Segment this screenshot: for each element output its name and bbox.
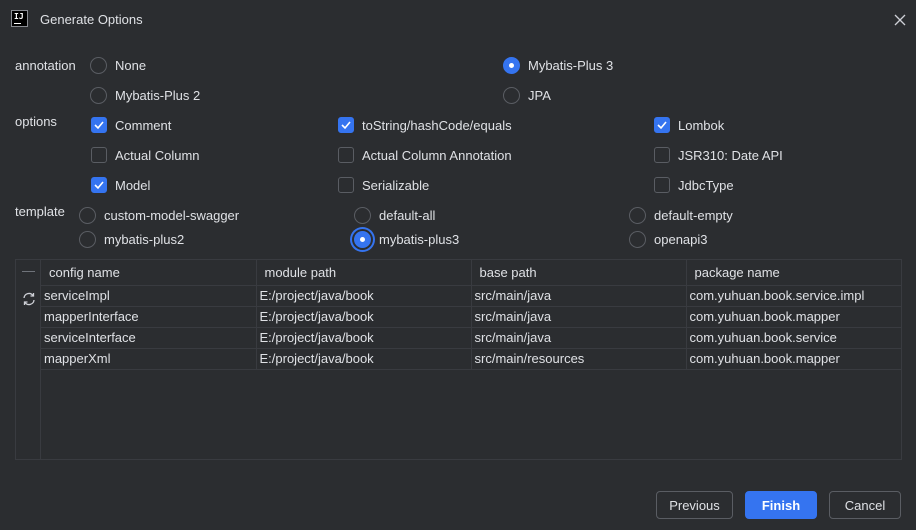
table-cell[interactable]: mapperInterface <box>41 306 257 328</box>
table-cell[interactable]: E:/project/java/book <box>256 306 472 328</box>
table-row[interactable]: serviceImpl E:/project/java/book src/mai… <box>41 285 902 307</box>
table-cell[interactable]: mapperXml <box>41 348 257 370</box>
finish-button[interactable]: Finish <box>745 491 817 519</box>
radio-button[interactable] <box>503 87 520 104</box>
radio-button-selected[interactable] <box>354 231 371 248</box>
annotation-mybatis-plus-3-radio[interactable]: Mybatis-Plus 3 <box>503 57 613 74</box>
table-row[interactable]: serviceInterface E:/project/java/book sr… <box>41 327 902 349</box>
radio-button[interactable] <box>354 207 371 224</box>
table-row[interactable]: mapperInterface E:/project/java/book src… <box>41 306 902 328</box>
radio-button[interactable] <box>90 87 107 104</box>
checkbox-checked[interactable] <box>91 177 107 193</box>
cancel-button[interactable]: Cancel <box>829 491 901 519</box>
option-jdbctype-checkbox[interactable]: JdbcType <box>654 177 734 193</box>
template-default-empty-radio[interactable]: default-empty <box>629 207 733 224</box>
radio-button[interactable] <box>629 231 646 248</box>
title-bar: IJ Generate Options <box>0 0 916 40</box>
template-openapi3-radio[interactable]: openapi3 <box>629 231 708 248</box>
template-label: template <box>15 204 65 219</box>
close-icon[interactable] <box>890 10 910 30</box>
column-header[interactable]: module path <box>256 260 472 286</box>
checkbox[interactable] <box>338 147 354 163</box>
table-toolbar <box>16 260 41 459</box>
config-table: config name module path base path packag… <box>15 259 902 460</box>
checkbox-checked[interactable] <box>654 117 670 133</box>
option-lombok-checkbox[interactable]: Lombok <box>654 117 724 133</box>
table-cell[interactable]: E:/project/java/book <box>256 327 472 349</box>
template-default-all-radio[interactable]: default-all <box>354 207 435 224</box>
radio-button[interactable] <box>90 57 107 74</box>
table-cell[interactable]: src/main/java <box>471 306 687 328</box>
option-serializable-checkbox[interactable]: Serializable <box>338 177 429 193</box>
previous-button[interactable]: Previous <box>656 491 733 519</box>
table-cell[interactable]: src/main/java <box>471 327 687 349</box>
remove-icon[interactable] <box>22 271 35 272</box>
table-cell[interactable]: serviceInterface <box>41 327 257 349</box>
column-header[interactable]: config name <box>41 260 257 286</box>
intellij-icon: IJ <box>11 10 28 27</box>
table-cell[interactable]: com.yuhuan.book.mapper <box>686 306 902 328</box>
option-actual-column-checkbox[interactable]: Actual Column <box>91 147 200 163</box>
option-comment-checkbox[interactable]: Comment <box>91 117 171 133</box>
column-header[interactable]: base path <box>471 260 687 286</box>
annotation-jpa-radio[interactable]: JPA <box>503 87 551 104</box>
table-cell[interactable]: serviceImpl <box>41 285 257 307</box>
table-cell[interactable]: com.yuhuan.book.service <box>686 327 902 349</box>
checkbox[interactable] <box>338 177 354 193</box>
config-grid: config name module path base path packag… <box>41 260 902 370</box>
template-mybatis-plus2-radio[interactable]: mybatis-plus2 <box>79 231 184 248</box>
table-cell[interactable]: src/main/resources <box>471 348 687 370</box>
window-title: Generate Options <box>40 12 143 27</box>
checkbox-checked[interactable] <box>338 117 354 133</box>
annotation-none-radio[interactable]: None <box>90 57 146 74</box>
annotation-label: annotation <box>15 58 76 73</box>
column-header[interactable]: package name <box>686 260 902 286</box>
table-cell[interactable]: com.yuhuan.book.mapper <box>686 348 902 370</box>
table-cell[interactable]: src/main/java <box>471 285 687 307</box>
checkbox-checked[interactable] <box>91 117 107 133</box>
table-cell[interactable]: E:/project/java/book <box>256 285 472 307</box>
option-jsr310-checkbox[interactable]: JSR310: Date API <box>654 147 783 163</box>
radio-button[interactable] <box>79 231 96 248</box>
table-header-row: config name module path base path packag… <box>41 260 902 286</box>
table-cell[interactable]: E:/project/java/book <box>256 348 472 370</box>
radio-button[interactable] <box>629 207 646 224</box>
refresh-icon[interactable] <box>21 291 37 307</box>
template-mybatis-plus3-radio[interactable]: mybatis-plus3 <box>354 231 459 248</box>
table-row[interactable]: mapperXml E:/project/java/book src/main/… <box>41 348 902 370</box>
options-label: options <box>15 114 57 129</box>
annotation-mybatis-plus-2-radio[interactable]: Mybatis-Plus 2 <box>90 87 200 104</box>
radio-button[interactable] <box>79 207 96 224</box>
table-cell[interactable]: com.yuhuan.book.service.impl <box>686 285 902 307</box>
checkbox[interactable] <box>654 147 670 163</box>
option-tostring-checkbox[interactable]: toString/hashCode/equals <box>338 117 512 133</box>
option-actual-column-annotation-checkbox[interactable]: Actual Column Annotation <box>338 147 512 163</box>
template-custom-model-swagger-radio[interactable]: custom-model-swagger <box>79 207 239 224</box>
checkbox[interactable] <box>654 177 670 193</box>
checkbox[interactable] <box>91 147 107 163</box>
radio-button-selected[interactable] <box>503 57 520 74</box>
option-model-checkbox[interactable]: Model <box>91 177 150 193</box>
